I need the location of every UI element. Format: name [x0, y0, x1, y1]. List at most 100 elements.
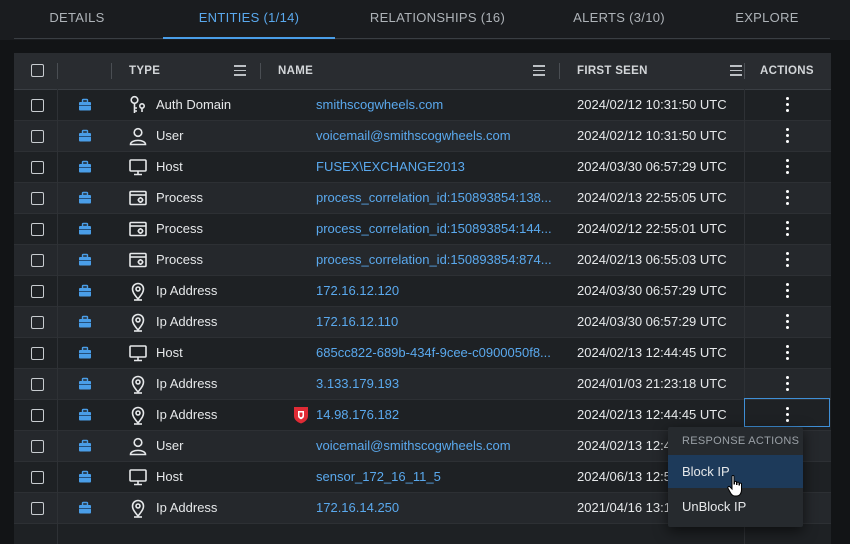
column-header-first-seen[interactable]: FIRST SEEN	[577, 53, 648, 89]
row-actions-kebab-icon[interactable]	[786, 159, 790, 175]
row-actions-kebab-icon[interactable]	[786, 283, 790, 299]
entity-name-link[interactable]: 3.133.179.193	[316, 369, 554, 399]
tab-details[interactable]: DETAILS	[30, 0, 124, 38]
row-checkbox[interactable]	[31, 502, 44, 515]
row-actions-kebab-icon[interactable]	[786, 128, 790, 144]
row-actions-kebab-icon[interactable]	[786, 345, 790, 361]
entity-type: Host	[156, 159, 183, 174]
first-seen-value: 2024/03/30 06:57:29 UTC	[577, 283, 727, 298]
row-checkbox[interactable]	[31, 440, 44, 453]
first-seen-value: 2024/02/12 10:31:50 UTC	[577, 97, 727, 112]
entity-name-link[interactable]: voicemail@smithscogwheels.com	[316, 431, 554, 461]
entity-type: Ip Address	[156, 407, 218, 422]
monitor-icon	[128, 157, 148, 177]
focused-actions-cell	[744, 398, 830, 427]
entity-type: Process	[156, 221, 203, 236]
entity-name-link[interactable]: voicemail@smithscogwheels.com	[316, 121, 554, 151]
row-checkbox[interactable]	[31, 161, 44, 174]
add-to-case-icon[interactable]	[78, 129, 92, 143]
entity-type: Host	[156, 345, 183, 360]
row-checkbox[interactable]	[31, 409, 44, 422]
entity-name-link[interactable]: process_correlation_id:150893854:144...	[316, 214, 554, 244]
entity-name-link[interactable]: 172.16.12.110	[316, 307, 554, 337]
user-icon	[128, 436, 148, 456]
add-to-case-icon[interactable]	[78, 346, 92, 360]
entity-name-link[interactable]: process_correlation_id:150893854:874...	[316, 245, 554, 275]
tab-alerts[interactable]: ALERTS (3/10)	[555, 0, 683, 38]
row-actions-kebab-icon[interactable]	[786, 376, 790, 392]
row-checkbox[interactable]	[31, 223, 44, 236]
location-pin-icon	[128, 374, 148, 394]
first-seen-value: 2024/02/13 12:44:45 UTC	[577, 407, 727, 422]
process-icon	[128, 250, 148, 270]
entity-name-link[interactable]: 685cc822-689b-434f-9cee-c0900050f8...	[316, 338, 554, 368]
table-row[interactable]: Auth Domain smithscogwheels.com 2024/02/12…	[14, 90, 831, 121]
tab-relationships[interactable]: RELATIONSHIPS (16)	[355, 0, 520, 38]
add-to-case-icon[interactable]	[78, 253, 92, 267]
table-row[interactable]: Ip Address 172.16.12.110 2024/03/30 06:57:…	[14, 307, 831, 338]
entity-name-link[interactable]: 172.16.12.120	[316, 276, 554, 306]
table-row[interactable]: Process process_correlation_id:150893854:…	[14, 183, 831, 214]
add-to-case-icon[interactable]	[78, 222, 92, 236]
name-column-menu-icon[interactable]	[533, 65, 545, 76]
entity-name-link[interactable]: smithscogwheels.com	[316, 90, 554, 120]
row-actions-kebab-icon[interactable]	[786, 97, 790, 113]
column-separator	[559, 63, 560, 79]
entity-type: Ip Address	[156, 283, 218, 298]
row-checkbox[interactable]	[31, 471, 44, 484]
tab-explore[interactable]: EXPLORE	[720, 0, 814, 38]
row-actions-kebab-icon[interactable]	[786, 314, 790, 330]
table-row[interactable]: Host 685cc822-689b-434f-9cee-c0900050f8..…	[14, 338, 831, 369]
add-to-case-icon[interactable]	[78, 160, 92, 174]
add-to-case-icon[interactable]	[78, 315, 92, 329]
table-row[interactable]: Process process_correlation_id:150893854:…	[14, 214, 831, 245]
row-checkbox[interactable]	[31, 192, 44, 205]
row-actions-kebab-icon[interactable]	[786, 252, 790, 268]
row-checkbox[interactable]	[31, 316, 44, 329]
entity-type: Host	[156, 469, 183, 484]
tab-divider	[14, 38, 830, 39]
table-row[interactable]: Ip Address 3.133.179.193 2024/01/03 21:23:…	[14, 369, 831, 400]
row-checkbox[interactable]	[31, 378, 44, 391]
column-header-actions: ACTIONS	[760, 65, 814, 77]
entity-name-link[interactable]: 14.98.176.182	[316, 400, 554, 430]
table-row[interactable]: User voicemail@smithscogwheels.com 2024/02…	[14, 121, 831, 152]
row-checkbox[interactable]	[31, 254, 44, 267]
add-to-case-icon[interactable]	[78, 284, 92, 298]
table-row[interactable]: Host FUSEX\EXCHANGE2013 2024/03/30 06:57:2…	[14, 152, 831, 183]
process-icon	[128, 219, 148, 239]
column-header-type[interactable]: TYPE	[129, 53, 160, 89]
column-separator	[260, 63, 261, 79]
add-to-case-icon[interactable]	[78, 501, 92, 515]
add-to-case-icon[interactable]	[78, 377, 92, 391]
row-actions-kebab-icon[interactable]	[786, 221, 790, 237]
entity-type: Process	[156, 252, 203, 267]
column-header-name[interactable]: NAME	[278, 53, 313, 89]
add-to-case-icon[interactable]	[78, 439, 92, 453]
type-column-menu-icon[interactable]	[234, 65, 246, 76]
row-checkbox[interactable]	[31, 99, 44, 112]
row-checkbox[interactable]	[31, 285, 44, 298]
add-to-case-icon[interactable]	[78, 98, 92, 112]
entity-name-link[interactable]: process_correlation_id:150893854:138...	[316, 183, 554, 213]
user-icon	[128, 126, 148, 146]
row-checkbox[interactable]	[31, 130, 44, 143]
hand-cursor-icon	[727, 475, 742, 497]
add-to-case-icon[interactable]	[78, 408, 92, 422]
tab-entities[interactable]: ENTITIES (1/14)	[163, 0, 335, 38]
table-row[interactable]: Process process_correlation_id:150893854:…	[14, 245, 831, 276]
entity-name-link[interactable]: sensor_172_16_11_5	[316, 462, 554, 492]
table-row[interactable]: Ip Address 172.16.12.120 2024/03/30 06:57:…	[14, 276, 831, 307]
first-seen-column-menu-icon[interactable]	[730, 65, 742, 76]
table-header: TYPE NAME FIRST SEEN ACTIONS	[14, 53, 831, 90]
add-to-case-icon[interactable]	[78, 191, 92, 205]
row-actions-kebab-icon[interactable]	[786, 190, 790, 206]
entity-name-link[interactable]: 172.16.14.250	[316, 493, 554, 523]
tab-bar: DETAILS ENTITIES (1/14) RELATIONSHIPS (1…	[0, 0, 850, 40]
entity-type: User	[156, 128, 184, 143]
first-seen-value: 2024/02/12 22:55:01 UTC	[577, 221, 727, 236]
entity-name-link[interactable]: FUSEX\EXCHANGE2013	[316, 152, 554, 182]
row-checkbox[interactable]	[31, 347, 44, 360]
add-to-case-icon[interactable]	[78, 470, 92, 484]
select-all-checkbox[interactable]	[31, 64, 44, 77]
